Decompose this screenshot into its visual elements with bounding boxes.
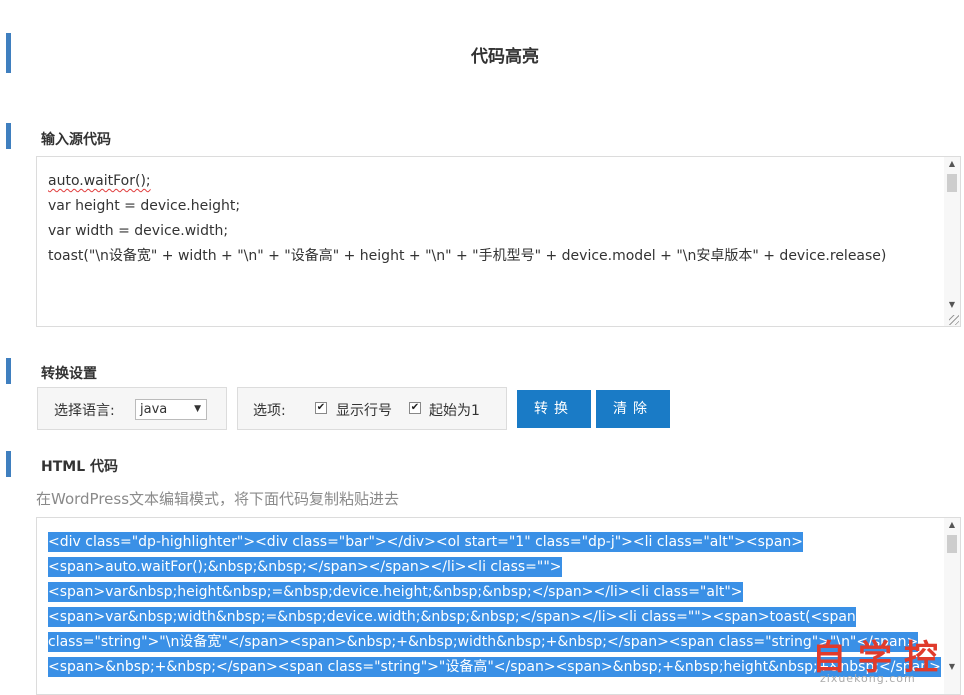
source-code-textarea[interactable]: auto.waitFor(); var height = device.heig… — [36, 156, 961, 327]
scroll-down-arrow-icon[interactable]: ▼ — [944, 298, 960, 312]
output-hint: 在WordPress文本编辑模式，将下面代码复制粘贴进去 — [36, 490, 400, 508]
source-line: var height = device.height; — [48, 198, 241, 214]
language-select[interactable]: java ▼ — [135, 399, 207, 420]
resize-grip-icon[interactable] — [949, 315, 959, 325]
output-line: <span>&nbsp;+&nbsp;</span><span class="s… — [48, 657, 941, 677]
scroll-thumb[interactable] — [947, 174, 957, 192]
html-output-content: <div class="dp-highlighter"><div class="… — [48, 530, 941, 680]
options-label: 选项: — [253, 403, 286, 419]
options-panel: 选项: ✔ 显示行号 ✔ 起始为1 — [237, 387, 507, 430]
settings-section-label: 转换设置 — [41, 366, 97, 382]
scroll-up-arrow-icon[interactable]: ▲ — [944, 518, 960, 532]
start-at-one-checkbox[interactable]: ✔ — [409, 402, 421, 414]
source-code-content: auto.waitFor(); var height = device.heig… — [48, 169, 886, 269]
language-value: java — [140, 402, 168, 417]
source-line: toast("\n设备宽" + width + "\n" + "设备高" + h… — [48, 248, 887, 264]
page-title: 代码高亮 — [471, 47, 539, 67]
scroll-up-arrow-icon[interactable]: ▲ — [944, 157, 960, 171]
output-line: <span>var&nbsp;height&nbsp;=&nbsp;device… — [48, 582, 743, 602]
start-at-one-label: 起始为1 — [429, 403, 480, 419]
convert-button[interactable]: 转换 — [517, 390, 591, 428]
source-section-label: 输入源代码 — [41, 132, 111, 148]
output-section-label: HTML 代码 — [41, 459, 118, 475]
output-line: <span>auto.waitFor();&nbsp;&nbsp;</span>… — [48, 557, 562, 577]
section-accent-bar — [6, 451, 11, 477]
output-line: <span>var&nbsp;width&nbsp;=&nbsp;device.… — [48, 607, 856, 627]
section-accent-bar — [6, 123, 11, 149]
source-scrollbar[interactable]: ▲ ▼ — [944, 157, 960, 326]
output-line: <div class="dp-highlighter"><div class="… — [48, 532, 804, 552]
dropdown-arrow-icon: ▼ — [194, 404, 201, 414]
show-line-numbers-checkbox[interactable]: ✔ — [315, 402, 327, 414]
show-line-numbers-label: 显示行号 — [336, 403, 392, 419]
language-panel: 选择语言: java ▼ — [37, 387, 227, 430]
clear-button[interactable]: 清除 — [596, 390, 670, 428]
watermark-url: zixuekong.com — [820, 672, 916, 685]
language-label: 选择语言: — [54, 403, 115, 419]
scroll-thumb[interactable] — [947, 535, 957, 553]
source-line: var width = device.width; — [48, 223, 229, 239]
watermark-logo: 自学控 zixuekong.com — [812, 630, 950, 685]
section-accent-bar — [6, 358, 11, 384]
source-line: auto.waitFor(); — [48, 173, 151, 189]
output-line: class="string">"\n设备宽"</span><span>&nbsp… — [48, 632, 919, 652]
